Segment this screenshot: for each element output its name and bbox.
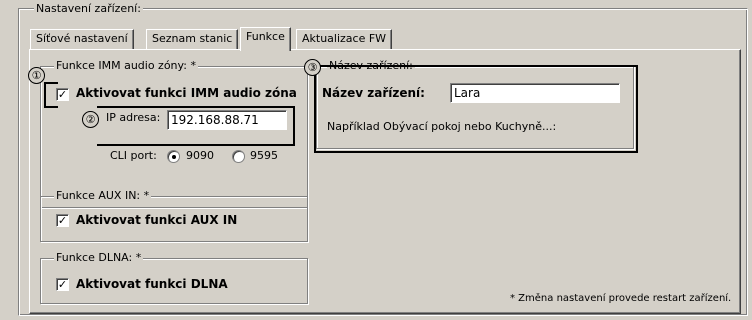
tab-station-list[interactable]: Seznam stanic xyxy=(146,29,239,50)
marker-2: ② xyxy=(82,111,99,128)
settings-group-title: Nastavení zařízení: xyxy=(34,2,143,15)
dlna-checkbox-label: Aktivovat funkci DLNA xyxy=(76,277,228,291)
restart-footnote: * Změna nastavení provede restart zaříze… xyxy=(510,293,732,304)
cli-port-option-9090: 9090 xyxy=(186,149,214,162)
callout-device-name-box xyxy=(314,65,638,153)
imm-group-legend: Funkce IMM audio zóny: * xyxy=(54,59,198,72)
callout-checkbox-box xyxy=(44,82,58,108)
aux-checkbox-label: Aktivovat funkci AUX IN xyxy=(76,213,238,227)
cli-port-option-9595: 9595 xyxy=(250,149,278,162)
dlna-group-legend: Funkce DLNA: * xyxy=(54,251,144,264)
cli-port-radio-9595[interactable] xyxy=(232,150,245,163)
imm-checkbox-label: Aktivovat funkci IMM audio zóna xyxy=(76,86,297,100)
marker-1: ① xyxy=(28,67,45,84)
tab-firmware-update[interactable]: Aktualizace FW xyxy=(296,29,393,50)
cli-port-radio-9090[interactable] xyxy=(167,150,180,163)
dlna-checkbox[interactable]: ✓ xyxy=(56,278,69,291)
tab-network-settings[interactable]: Síťové nastavení xyxy=(30,29,134,50)
marker-3: ③ xyxy=(304,59,321,76)
tab-functions[interactable]: Funkce xyxy=(240,27,291,51)
aux-checkbox[interactable]: ✓ xyxy=(56,214,69,227)
aux-group-legend: Funkce AUX IN: * xyxy=(54,189,152,202)
cli-port-label: CLI port: xyxy=(110,149,157,162)
callout-ip-box xyxy=(97,106,295,146)
